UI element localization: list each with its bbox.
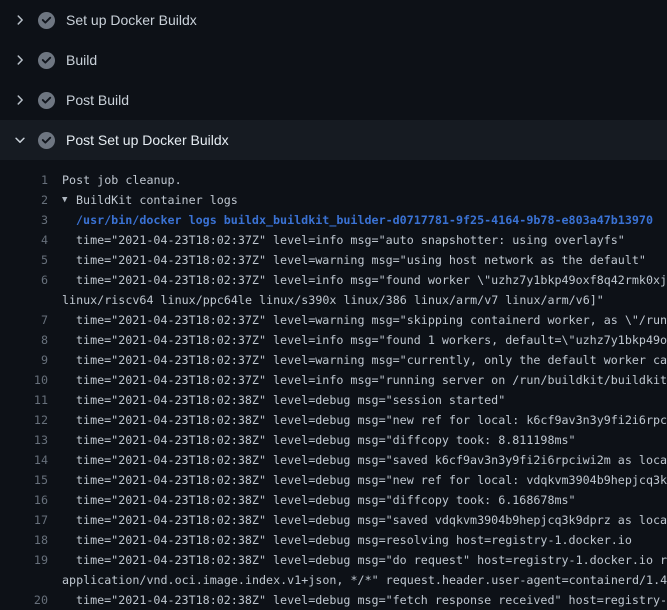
log-line: 19 time="2021-04-23T18:02:38Z" level=deb… [0,550,667,570]
log-line-text: time="2021-04-23T18:02:37Z" level=info m… [76,330,667,350]
step-title[interactable]: Post Build [66,92,129,108]
collapse-triangle-icon[interactable]: ▼ [62,190,76,210]
log-line-number[interactable]: 6 [0,270,48,290]
log-line: 3 /usr/bin/docker logs buildx_buildkit_b… [0,210,667,230]
log-line: 17 time="2021-04-23T18:02:38Z" level=deb… [0,510,667,530]
workflow-log-viewer: Set up Docker Buildx Build Post Build [0,0,667,610]
log-line: 12 time="2021-04-23T18:02:38Z" level=deb… [0,410,667,430]
log-line-number[interactable]: 20 [0,590,48,610]
log-line: 6 time="2021-04-23T18:02:37Z" level=info… [0,270,667,290]
log-line-number[interactable]: 19 [0,550,48,570]
log-line-text: time="2021-04-23T18:02:38Z" level=debug … [76,490,576,510]
log-panel: 1 Post job cleanup. 2 ▼BuildKit containe… [0,160,667,610]
step-header-build[interactable]: Build [0,40,667,80]
log-line: 20 time="2021-04-23T18:02:38Z" level=deb… [0,590,667,610]
log-line-text: time="2021-04-23T18:02:38Z" level=debug … [76,590,667,610]
log-line-text: time="2021-04-23T18:02:38Z" level=debug … [76,450,667,470]
log-line-text: time="2021-04-23T18:02:37Z" level=warnin… [76,310,667,330]
log-line-text: time="2021-04-23T18:02:37Z" level=warnin… [76,350,667,370]
log-line-text: Post job cleanup. [62,170,182,190]
log-line-text: time="2021-04-23T18:02:38Z" level=debug … [76,510,667,530]
log-line-text: /usr/bin/docker logs buildx_buildkit_bui… [76,210,653,230]
log-line-number[interactable]: 4 [0,230,48,250]
log-line-text: time="2021-04-23T18:02:37Z" level=info m… [76,270,667,290]
step-header-post-build[interactable]: Post Build [0,80,667,120]
log-line-text: linux/riscv64 linux/ppc64le linux/s390x … [62,290,604,310]
log-line-number[interactable]: 17 [0,510,48,530]
log-line-number[interactable]: 9 [0,350,48,370]
check-circle-icon [38,12,55,29]
check-circle-icon [38,92,55,109]
step-title[interactable]: Build [66,52,97,68]
log-line-text[interactable]: BuildKit container logs [76,190,238,210]
log-line-text: time="2021-04-23T18:02:37Z" level=warnin… [76,250,646,270]
log-line: 4 time="2021-04-23T18:02:37Z" level=info… [0,230,667,250]
log-line-text: time="2021-04-23T18:02:38Z" level=debug … [76,410,667,430]
log-line: 9 time="2021-04-23T18:02:37Z" level=warn… [0,350,667,370]
chevron-right-icon[interactable] [12,92,28,108]
log-line-text: application/vnd.oci.image.index.v1+json,… [62,570,667,590]
log-line-text: time="2021-04-23T18:02:37Z" level=info m… [76,230,625,250]
log-line: 1 Post job cleanup. [0,170,667,190]
log-line: 15 time="2021-04-23T18:02:38Z" level=deb… [0,470,667,490]
log-line-text: time="2021-04-23T18:02:38Z" level=debug … [76,390,505,410]
step-title[interactable]: Set up Docker Buildx [66,12,197,28]
log-line-text: time="2021-04-23T18:02:38Z" level=debug … [76,530,632,550]
log-line-text: time="2021-04-23T18:02:38Z" level=debug … [76,470,667,490]
log-line: 2 ▼BuildKit container logs [0,190,667,210]
log-line-number[interactable]: 14 [0,450,48,470]
step-header-set-up-docker-buildx[interactable]: Set up Docker Buildx [0,0,667,40]
log-line-number[interactable]: 8 [0,330,48,350]
log-line-number[interactable]: 1 [0,170,48,190]
log-line-number[interactable]: 15 [0,470,48,490]
step-list: Set up Docker Buildx Build Post Build [0,0,667,160]
log-line-number[interactable]: 11 [0,390,48,410]
step-title[interactable]: Post Set up Docker Buildx [66,132,229,148]
log-line-text: time="2021-04-23T18:02:38Z" level=debug … [76,430,576,450]
log-line-number[interactable]: 10 [0,370,48,390]
log-line-number[interactable]: 12 [0,410,48,430]
check-circle-icon [38,52,55,69]
log-line-number[interactable]: 18 [0,530,48,550]
log-line-number[interactable]: 13 [0,430,48,450]
chevron-right-icon[interactable] [12,12,28,28]
log-line-text: time="2021-04-23T18:02:37Z" level=info m… [76,370,667,390]
log-line: 16 time="2021-04-23T18:02:38Z" level=deb… [0,490,667,510]
log-line: 11 time="2021-04-23T18:02:38Z" level=deb… [0,390,667,410]
step-header-post-set-up-docker-buildx[interactable]: Post Set up Docker Buildx [0,120,667,160]
log-line: linux/riscv64 linux/ppc64le linux/s390x … [0,290,667,310]
log-line: 10 time="2021-04-23T18:02:37Z" level=inf… [0,370,667,390]
log-line-number[interactable]: 3 [0,210,48,230]
log-line: 5 time="2021-04-23T18:02:37Z" level=warn… [0,250,667,270]
log-line-text: time="2021-04-23T18:02:38Z" level=debug … [76,550,667,570]
log-line: 13 time="2021-04-23T18:02:38Z" level=deb… [0,430,667,450]
log-line-number[interactable]: 7 [0,310,48,330]
chevron-right-icon[interactable] [12,52,28,68]
log-line-number[interactable]: 16 [0,490,48,510]
log-line-number[interactable]: 5 [0,250,48,270]
log-line-number[interactable]: 2 [0,190,48,210]
log-line: application/vnd.oci.image.index.v1+json,… [0,570,667,590]
log-line: 18 time="2021-04-23T18:02:38Z" level=deb… [0,530,667,550]
log-line: 14 time="2021-04-23T18:02:38Z" level=deb… [0,450,667,470]
log-line: 8 time="2021-04-23T18:02:37Z" level=info… [0,330,667,350]
chevron-down-icon[interactable] [12,132,28,148]
check-circle-icon [38,132,55,149]
log-line: 7 time="2021-04-23T18:02:37Z" level=warn… [0,310,667,330]
